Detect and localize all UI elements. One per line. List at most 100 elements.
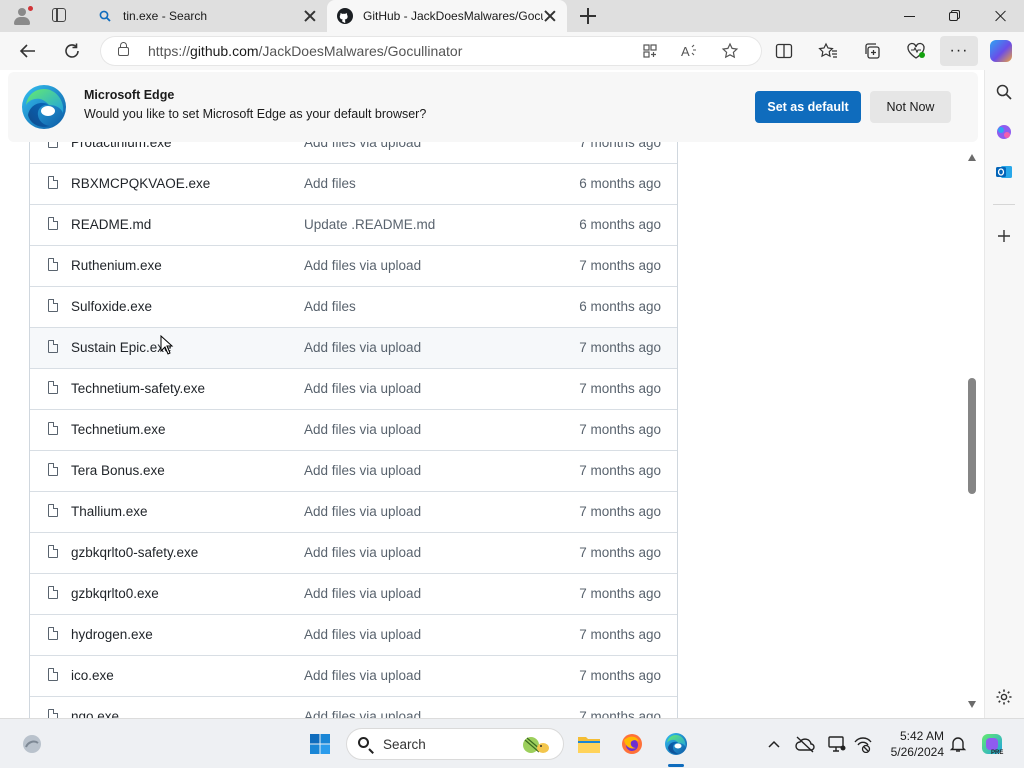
file-name-link[interactable]: ico.exe bbox=[71, 668, 114, 683]
new-tab-icon[interactable] bbox=[580, 8, 596, 24]
edge-taskbar-icon[interactable] bbox=[664, 732, 688, 756]
search-icon[interactable] bbox=[994, 82, 1014, 102]
commit-message-link[interactable]: Add files via upload bbox=[304, 545, 421, 560]
outlook-icon[interactable] bbox=[994, 162, 1014, 182]
settings-and-more-button[interactable]: ··· bbox=[940, 36, 978, 66]
display-icon[interactable] bbox=[825, 732, 849, 756]
file-name-link[interactable]: Thallium.exe bbox=[71, 504, 148, 519]
url-text[interactable]: https://github.com/JackDoesMalwares/Gocu… bbox=[148, 43, 462, 59]
commit-age: 6 months ago bbox=[579, 176, 661, 191]
file-icon bbox=[48, 421, 59, 435]
commit-message-link[interactable]: Add files via upload bbox=[304, 340, 421, 355]
file-icon bbox=[48, 626, 59, 640]
default-browser-banner: Microsoft Edge Would you like to set Mic… bbox=[8, 72, 978, 142]
browser-essentials-icon[interactable] bbox=[906, 41, 926, 61]
cloud-offline-icon[interactable] bbox=[793, 732, 817, 756]
file-row: gzbkqrlto0-safety.exe Add files via uploa… bbox=[30, 532, 677, 573]
file-name-link[interactable]: Technetium-safety.exe bbox=[71, 381, 205, 396]
sidebar-settings-gear-icon[interactable] bbox=[994, 687, 1014, 707]
start-windows-icon[interactable] bbox=[308, 732, 332, 756]
file-icon bbox=[48, 462, 59, 476]
tab-actions-icon[interactable] bbox=[52, 8, 66, 22]
back-icon[interactable] bbox=[18, 41, 38, 61]
network-icon[interactable] bbox=[851, 732, 875, 756]
show-hidden-icons-chevron-icon[interactable] bbox=[762, 732, 786, 756]
commit-age: 7 months ago bbox=[579, 586, 661, 601]
firefox-icon[interactable] bbox=[620, 732, 644, 756]
commit-message-link[interactable]: Add files via upload bbox=[304, 422, 421, 437]
add-icon[interactable] bbox=[994, 226, 1014, 246]
file-icon bbox=[48, 175, 59, 189]
commit-age: 6 months ago bbox=[579, 299, 661, 314]
tab-strip: tin.exe - Search GitHub - JackDoesMalwar… bbox=[0, 0, 1024, 32]
file-explorer-icon[interactable] bbox=[577, 732, 601, 756]
file-icon bbox=[48, 142, 58, 148]
set-as-default-button[interactable]: Set as default bbox=[755, 91, 861, 123]
close-window-button[interactable] bbox=[978, 0, 1024, 32]
commit-age: 7 months ago bbox=[579, 504, 661, 519]
commit-message-link[interactable]: Add files bbox=[304, 299, 356, 314]
commit-message-link[interactable]: Add files via upload bbox=[304, 668, 421, 683]
widgets-icon[interactable] bbox=[20, 732, 44, 756]
search-placeholder: Search bbox=[383, 737, 426, 752]
notification-bell-icon[interactable] bbox=[946, 732, 970, 756]
file-name-link[interactable]: Tera Bonus.exe bbox=[71, 463, 165, 478]
file-icon bbox=[48, 503, 59, 517]
scrollbar-thumb[interactable] bbox=[968, 378, 976, 494]
commit-message-link[interactable]: Add files via upload bbox=[304, 381, 421, 396]
favorite-star-icon[interactable] bbox=[720, 41, 740, 61]
sidebar-divider bbox=[993, 204, 1015, 205]
commit-message-link[interactable]: Add files via upload bbox=[304, 709, 421, 718]
lock-icon[interactable] bbox=[118, 42, 129, 56]
commit-message-link[interactable]: Add files via upload bbox=[304, 142, 421, 150]
file-name-link[interactable]: README.md bbox=[71, 217, 151, 232]
collections-icon[interactable] bbox=[862, 41, 882, 61]
file-row: ngo.exe Add files via upload 7 months ago bbox=[30, 696, 677, 718]
copilot-icon[interactable] bbox=[990, 40, 1012, 62]
file-name-link[interactable]: hydrogen.exe bbox=[71, 627, 153, 642]
commit-message-link[interactable]: Add files via upload bbox=[304, 258, 421, 273]
split-screen-icon[interactable] bbox=[774, 41, 794, 61]
taskbar-search-box[interactable]: Search bbox=[346, 728, 564, 760]
file-icon bbox=[48, 216, 59, 230]
scroll-down-arrow-icon[interactable] bbox=[968, 701, 976, 708]
file-name-link[interactable]: Protactinium.exe bbox=[71, 142, 172, 150]
file-name-link[interactable]: Sustain Epic.exe bbox=[71, 340, 172, 355]
not-now-button[interactable]: Not Now bbox=[870, 91, 951, 123]
file-name-link[interactable]: gzbkqrlto0-safety.exe bbox=[71, 545, 198, 560]
favorites-icon[interactable] bbox=[818, 41, 838, 61]
file-name-link[interactable]: Ruthenium.exe bbox=[71, 258, 162, 273]
tab-title: tin.exe - Search bbox=[123, 9, 208, 23]
copilot-sidebar-icon[interactable] bbox=[994, 122, 1014, 142]
app-available-icon[interactable] bbox=[640, 41, 660, 61]
file-name-link[interactable]: Sulfoxide.exe bbox=[71, 299, 152, 314]
file-name-link[interactable]: RBXMCPQKVAOE.exe bbox=[71, 176, 210, 191]
commit-message-link[interactable]: Add files bbox=[304, 176, 356, 191]
tab-github[interactable]: GitHub - JackDoesMalwares/Gocullinator bbox=[327, 0, 567, 32]
address-bar[interactable]: https://github.com/JackDoesMalwares/Gocu… bbox=[100, 36, 762, 66]
file-name-link[interactable]: Technetium.exe bbox=[71, 422, 166, 437]
copilot-preview-icon[interactable]: PRE bbox=[980, 732, 1004, 756]
refresh-icon[interactable] bbox=[62, 41, 82, 61]
commit-message-link[interactable]: Add files via upload bbox=[304, 463, 421, 478]
file-name-link[interactable]: gzbkqrlto0.exe bbox=[71, 586, 159, 601]
file-row: Ruthenium.exe Add files via upload 7 month… bbox=[30, 245, 677, 286]
read-aloud-icon[interactable]: A bbox=[680, 41, 700, 61]
commit-message-link[interactable]: Add files via upload bbox=[304, 627, 421, 642]
commit-message-link[interactable]: Add files via upload bbox=[304, 586, 421, 601]
system-clock[interactable]: 5:42 AM 5/26/2024 bbox=[880, 728, 944, 760]
commit-message-link[interactable]: Add files via upload bbox=[304, 504, 421, 519]
file-icon bbox=[48, 667, 59, 681]
tab-search[interactable]: tin.exe - Search bbox=[87, 0, 327, 32]
file-name-link[interactable]: ngo.exe bbox=[71, 709, 119, 718]
profile-icon[interactable] bbox=[12, 6, 33, 26]
commit-age: 7 months ago bbox=[579, 627, 661, 642]
close-tab-icon[interactable] bbox=[303, 9, 317, 23]
scroll-up-arrow-icon[interactable] bbox=[968, 154, 976, 161]
restore-button[interactable] bbox=[932, 0, 978, 32]
minimize-button[interactable] bbox=[886, 0, 932, 32]
vertical-scrollbar[interactable] bbox=[966, 150, 978, 716]
close-tab-icon[interactable] bbox=[543, 9, 557, 23]
active-app-indicator bbox=[668, 764, 684, 767]
commit-message-link[interactable]: Update .README.md bbox=[304, 217, 435, 232]
